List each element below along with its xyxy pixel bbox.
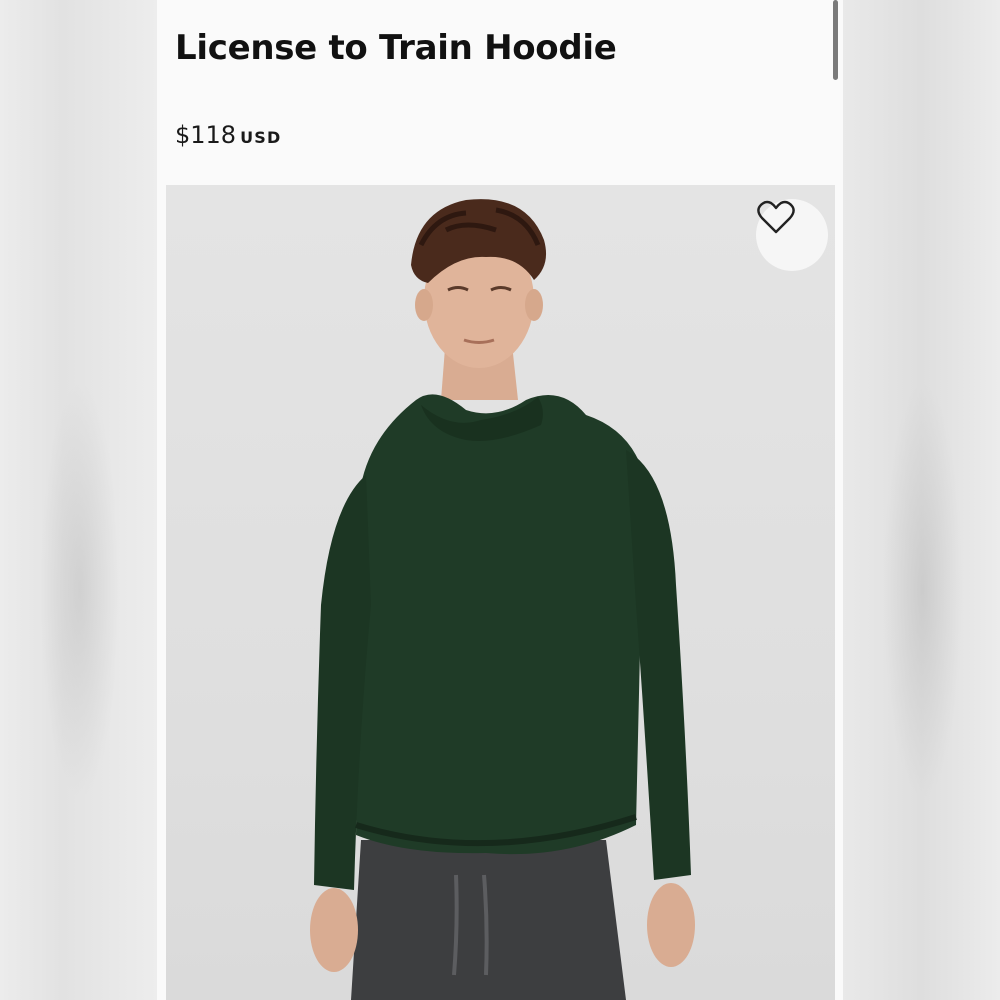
product-image[interactable] bbox=[166, 185, 835, 1000]
price-row: $118 USD bbox=[175, 121, 281, 149]
product-price: $118 bbox=[175, 121, 237, 149]
scrollbar[interactable] bbox=[833, 0, 838, 80]
background-blur-right bbox=[843, 0, 1000, 1000]
product-page: License to Train Hoodie $118 USD bbox=[157, 0, 843, 1000]
favorite-button[interactable] bbox=[756, 199, 828, 271]
product-title: License to Train Hoodie bbox=[175, 28, 617, 68]
model-illustration bbox=[310, 199, 695, 1000]
price-currency: USD bbox=[240, 128, 282, 147]
background-blur-left bbox=[0, 0, 157, 1000]
